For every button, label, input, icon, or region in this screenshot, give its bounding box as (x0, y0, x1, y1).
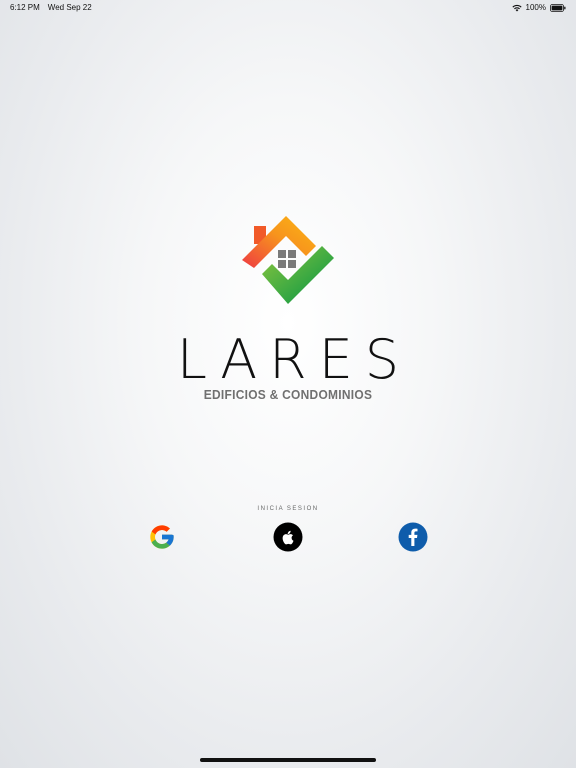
brand-title: LARES (176, 328, 412, 391)
apple-icon (273, 522, 303, 557)
status-bar: 6:12 PM Wed Sep 22 100% (0, 0, 576, 14)
apple-signin-button[interactable] (273, 522, 303, 557)
house-check-logo-icon (240, 212, 336, 308)
facebook-icon (398, 522, 428, 557)
status-time: 6:12 PM (10, 3, 40, 12)
facebook-signin-button[interactable] (398, 522, 428, 557)
google-icon (148, 523, 176, 556)
status-bar-right: 100% (511, 3, 566, 12)
signin-label: INICIA SESION (257, 506, 319, 512)
brand-subtitle: EDIFICIOS & CONDOMINIOS (203, 387, 373, 402)
status-bar-left: 6:12 PM Wed Sep 22 (10, 3, 92, 12)
battery-percent: 100% (525, 3, 546, 12)
wifi-icon (511, 4, 522, 12)
status-date: Wed Sep 22 (47, 3, 92, 12)
google-signin-button[interactable] (147, 524, 177, 554)
battery-icon (550, 3, 566, 12)
home-indicator[interactable] (200, 758, 376, 762)
